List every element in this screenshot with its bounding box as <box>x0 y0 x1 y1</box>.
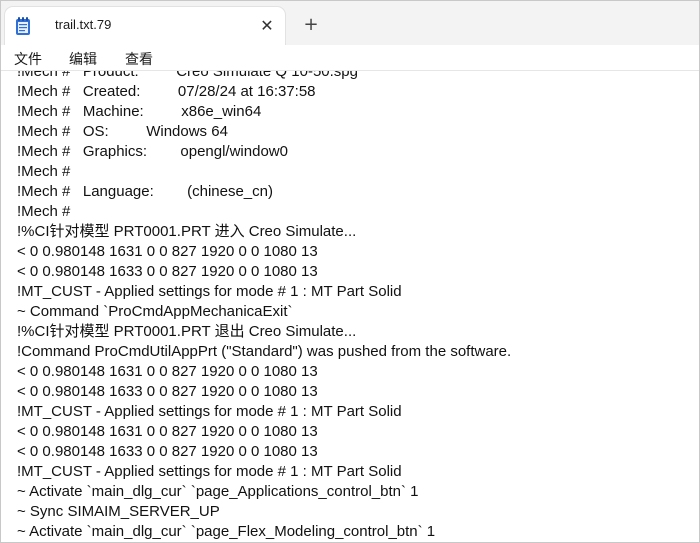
text-line: < 0 0.980148 1631 0 0 827 1920 0 0 1080 … <box>17 423 318 440</box>
text-line: !Command ProCmdUtilAppPrt ("Standard") w… <box>17 343 512 360</box>
text-line: ~ Activate `main_dlg_cur` `page_Applicat… <box>17 483 419 500</box>
text-line: !Mech # Created: 07/28/24 at 16:37:58 <box>17 83 316 100</box>
text-line: !Mech # <box>17 203 71 220</box>
text-line: !Mech # Product: Creo Simulate Q 10-50.s… <box>17 70 358 80</box>
tab-bar: trail.txt.79 ✕ + <box>1 1 699 45</box>
text-line: < 0 0.980148 1631 0 0 827 1920 0 0 1080 … <box>17 363 318 380</box>
close-icon[interactable]: ✕ <box>257 16 277 36</box>
text-line: ~ Activate `main_dlg_cur` `page_Flex_Mod… <box>17 523 436 540</box>
text-line: < 0 0.980148 1633 0 0 827 1920 0 0 1080 … <box>17 263 318 280</box>
menu-bar: 文件 编辑 查看 <box>1 45 699 70</box>
new-tab-button[interactable]: + <box>299 14 323 38</box>
text-line: ~ Command `ProCmdAppMechanicaExit` <box>17 303 293 320</box>
text-line: !%CI针对模型 PRT0001.PRT 进入 Creo Simulate... <box>17 223 357 240</box>
text-line: !%CI针对模型 PRT0001.PRT 退出 Creo Simulate... <box>17 323 357 340</box>
text-line: < 0 0.980148 1633 0 0 827 1920 0 0 1080 … <box>17 443 318 460</box>
text-line: !Mech # Machine: x86e_win64 <box>17 103 262 120</box>
text-line: < 0 0.980148 1633 0 0 827 1920 0 0 1080 … <box>17 383 318 400</box>
text-lines: !Mech # Product: Creo Simulate Q 10-50.s… <box>17 70 512 542</box>
tab-title: trail.txt.79 <box>55 17 112 32</box>
text-line: !MT_CUST - Applied settings for mode # 1… <box>17 283 402 300</box>
text-line: !Mech # <box>17 163 71 180</box>
text-line: !MT_CUST - Applied settings for mode # 1… <box>17 463 402 480</box>
notepad-window: trail.txt.79 ✕ + 文件 编辑 查看 !Mech # Produc… <box>0 0 700 543</box>
notepad-icon <box>15 16 31 36</box>
tab-trail-file[interactable]: trail.txt.79 ✕ <box>5 7 285 45</box>
menu-file[interactable]: 文件 <box>14 49 42 69</box>
text-line: ~ Sync SIMAIM_SERVER_UP <box>17 503 220 520</box>
text-line: !MT_CUST - Applied settings for mode # 1… <box>17 403 402 420</box>
menu-view[interactable]: 查看 <box>125 49 153 69</box>
text-line: !Mech # Graphics: opengl/window0 <box>17 143 288 160</box>
text-line: < 0 0.980148 1631 0 0 827 1920 0 0 1080 … <box>17 243 318 260</box>
text-line: !Mech # Language: (chinese_cn) <box>17 183 273 200</box>
text-editor[interactable]: !Mech # Product: Creo Simulate Q 10-50.s… <box>1 70 699 542</box>
menu-edit[interactable]: 编辑 <box>69 49 97 69</box>
text-line: !Mech # OS: Windows 64 <box>17 123 228 140</box>
